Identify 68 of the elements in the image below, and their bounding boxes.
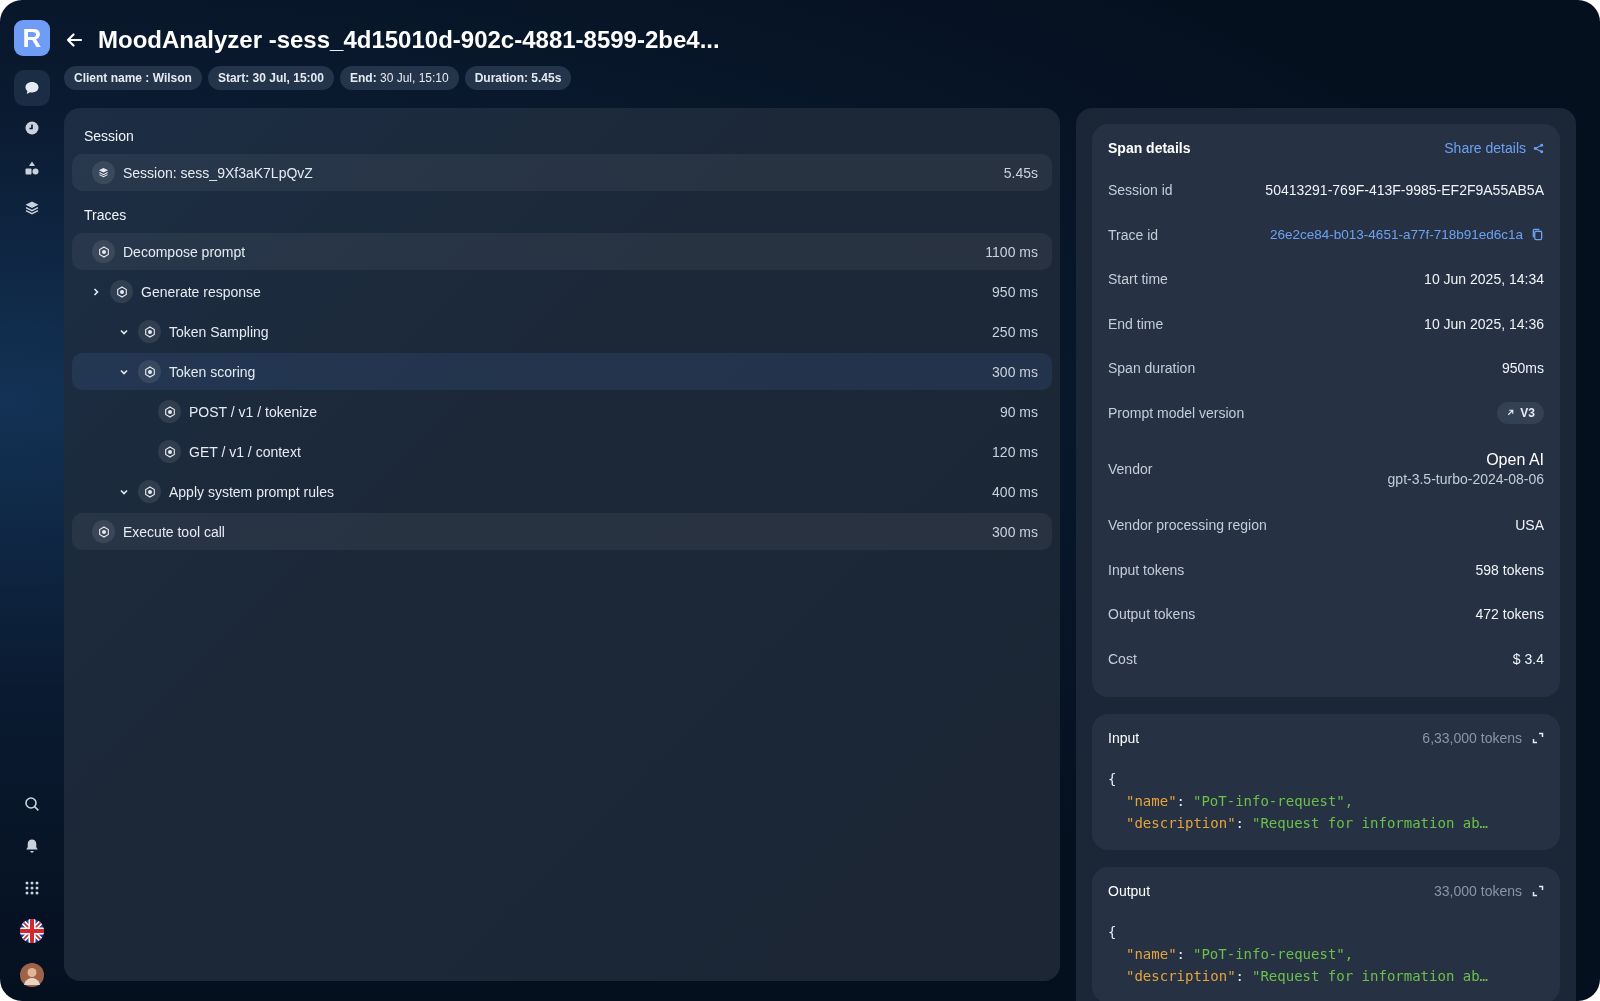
trace-row[interactable]: POST / v1 / tokenize 90 ms bbox=[72, 393, 1052, 430]
section-heading: Traces bbox=[83, 206, 128, 225]
info-chip: Client name : Wilson bbox=[64, 66, 202, 90]
code-line: "description": "Request for information ab… bbox=[1125, 967, 1490, 986]
detail-label: Session id bbox=[1108, 182, 1173, 199]
trace-id-link[interactable]: 26e2ce84-b013-4651-a77f-718b91ed6c1a bbox=[1270, 227, 1523, 243]
trace-row[interactable]: Decompose prompt 1100 ms bbox=[72, 233, 1052, 270]
detail-label: Cost bbox=[1108, 650, 1137, 667]
trace-row[interactable]: Execute tool call 300 ms bbox=[72, 513, 1052, 550]
layers-icon bbox=[92, 161, 115, 184]
detail-value: 950ms bbox=[1501, 360, 1544, 377]
version-badge[interactable]: V3 bbox=[1497, 401, 1544, 424]
detail-value: 472 tokens bbox=[1475, 606, 1544, 623]
arrow-icon bbox=[1506, 408, 1516, 418]
detail-label: Input tokens bbox=[1108, 561, 1185, 578]
card-title: Input bbox=[1108, 730, 1140, 746]
chat-icon bbox=[24, 80, 40, 96]
session-row[interactable]: Session: sess_9Xf3aK7LpQvZ 5.45s bbox=[72, 154, 1052, 191]
detail-label: Trace id bbox=[1108, 226, 1159, 243]
code-line: "name": "PoT-info-request", bbox=[1125, 945, 1355, 964]
share-icon bbox=[1533, 142, 1544, 154]
info-chip: Duration: 5.45s bbox=[464, 66, 572, 90]
page-title: MoodAnalyzer -sess_4d15010d-902c-4881-8599-2be4... bbox=[98, 26, 720, 54]
code-line: { bbox=[1108, 770, 1118, 789]
share-details-link[interactable]: Share details bbox=[1444, 140, 1544, 156]
trace-row[interactable]: Token scoring 300 ms bbox=[72, 353, 1052, 390]
user-avatar[interactable] bbox=[20, 963, 44, 987]
detail-label: Output tokens bbox=[1108, 606, 1196, 623]
code-line: "name": "PoT-info-request", bbox=[1125, 792, 1355, 811]
detail-value: USA bbox=[1515, 517, 1544, 534]
section-heading: Session bbox=[83, 127, 135, 146]
detail-value: $ 3.4 bbox=[1512, 650, 1544, 667]
detail-label: Vendor bbox=[1108, 461, 1153, 477]
detail-value: 598 tokens bbox=[1475, 561, 1544, 578]
shapes-icon bbox=[24, 160, 40, 176]
token-count: 33,000 tokens bbox=[1434, 883, 1522, 899]
detail-value: 10 Jun 2025, 14:36 bbox=[1424, 315, 1544, 332]
model-name: gpt-3.5-turbo-2024-08-06 bbox=[1387, 471, 1544, 487]
back-arrow-icon[interactable] bbox=[64, 30, 84, 50]
card-title: Span details bbox=[1108, 140, 1191, 156]
expand-icon[interactable] bbox=[1532, 732, 1544, 744]
info-chip: Start: 30 Jul, 15:00 bbox=[207, 66, 334, 90]
detail-label: Prompt model version bbox=[1108, 404, 1245, 421]
code-line: "description": "Request for information ab… bbox=[1125, 814, 1490, 833]
code-line: { bbox=[1108, 923, 1118, 942]
detail-value: 10 Jun 2025, 14:34 bbox=[1424, 271, 1544, 288]
layers-icon bbox=[24, 200, 40, 216]
apps-grid-icon[interactable] bbox=[24, 880, 40, 896]
nav-chat-button[interactable] bbox=[14, 70, 50, 106]
detail-label: Start time bbox=[1108, 271, 1168, 288]
clock-icon bbox=[24, 120, 40, 136]
detail-label: End time bbox=[1108, 315, 1164, 332]
uk-flag-icon[interactable] bbox=[20, 919, 44, 943]
expand-icon[interactable] bbox=[1532, 885, 1544, 897]
detail-value: 50413291-769F-413F-9985-EF2F9A55AB5A bbox=[1265, 182, 1544, 199]
token-count: 6,33,000 tokens bbox=[1422, 730, 1522, 746]
vendor-name: Open AI bbox=[1486, 451, 1544, 469]
trace-row[interactable]: GET / v1 / context 120 ms bbox=[72, 433, 1052, 470]
detail-label: Span duration bbox=[1108, 360, 1196, 377]
info-chip: End: 30 Jul, 15:10 bbox=[339, 66, 459, 90]
trace-row[interactable]: Apply system prompt rules 400 ms bbox=[72, 473, 1052, 510]
copy-icon[interactable] bbox=[1531, 228, 1544, 242]
bell-icon[interactable] bbox=[24, 838, 40, 854]
search-icon[interactable] bbox=[24, 796, 40, 812]
card-title: Output bbox=[1108, 883, 1151, 899]
trace-row[interactable]: Token Sampling 250 ms bbox=[72, 313, 1052, 350]
trace-row[interactable]: Generate response 950 ms bbox=[72, 273, 1052, 310]
detail-label: Vendor processing region bbox=[1108, 517, 1267, 534]
